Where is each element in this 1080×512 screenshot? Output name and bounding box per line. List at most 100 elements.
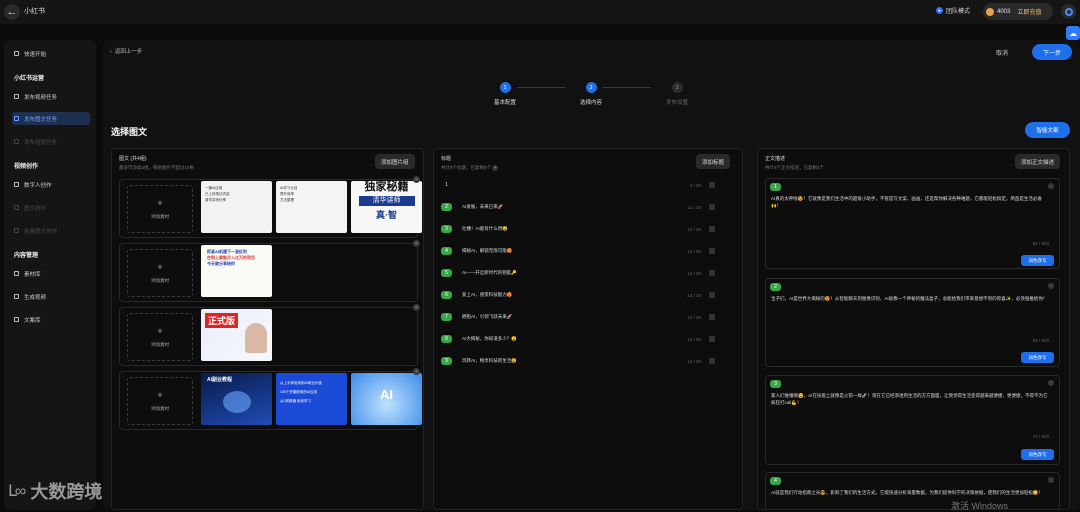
title-row[interactable]: 10 / 20 (441, 178, 715, 192)
sidebar-item-gen-video[interactable]: 生成视频 (12, 290, 90, 303)
back-link[interactable]: ‹ 返回上一步 (110, 47, 142, 55)
credits-value: 4003 (997, 8, 1011, 15)
film-icon (14, 294, 19, 299)
add-material-box[interactable]: + 添加素材 (127, 185, 193, 233)
logo-icon: ᒪ∞ (8, 483, 26, 500)
images-panel: 图文 (共4组) 最多可添加4组，每组图片不超过10张 添加图片组 + 添加素材 … (111, 148, 424, 510)
add-body-button[interactable]: 添加正文描述 (1015, 154, 1061, 169)
watermark-logo: ᒪ∞ 大数跨境 (8, 482, 103, 502)
image-thumb[interactable]: AI学习计划 提升效率 方法整理 (276, 181, 347, 233)
add-material-box[interactable]: + 添加素材 (127, 249, 193, 297)
step-line (603, 87, 651, 88)
delete-icon[interactable] (709, 248, 715, 254)
close-icon[interactable]: × (413, 368, 420, 375)
close-icon[interactable]: × (413, 240, 420, 247)
close-icon[interactable]: × (413, 304, 420, 311)
image-icon (14, 228, 19, 233)
sidebar-item-publish-image[interactable]: 发布图文任务 (12, 112, 90, 125)
close-icon[interactable] (1048, 183, 1054, 189)
sidebar-item-disabled-1: 发布组图任务 (12, 135, 90, 148)
image-thumb[interactable]: AI副业教程 (201, 373, 272, 425)
sidebar-item-material[interactable]: 素材库 (12, 267, 90, 280)
title-row[interactable]: 4 揭秘AI，解锁无限可能😍 13 / 20 (441, 244, 715, 258)
cloud-icon[interactable]: ☁ (1066, 26, 1080, 40)
plus-icon: + (157, 198, 163, 208)
ai-copy-button[interactable]: 智能文案 (1025, 122, 1070, 138)
section-ops: 小红书运营 (14, 76, 45, 82)
delete-icon[interactable] (709, 226, 715, 232)
sidebar-item-quick-start[interactable]: 快速开始 (12, 47, 90, 60)
top-bar: ← 小红书 ● 团队模式 4003 立即充值 (0, 0, 1080, 24)
video-icon (14, 94, 19, 99)
step-2: 2 选择内容 (566, 82, 616, 106)
user-icon: ● (936, 7, 943, 14)
avatar[interactable] (1061, 4, 1076, 19)
credits-pill[interactable]: 4003 立即充值 (983, 3, 1053, 20)
rewrite-button[interactable]: 润色改写 (1021, 352, 1054, 363)
title-row[interactable]: 2 AI发展，未来已来🚀 11 / 20 (441, 200, 715, 214)
title-row[interactable]: 6 爱上AI，感受科技魅力😍 13 / 20 (441, 288, 715, 302)
image-thumb[interactable]: 一篇AI应用 已上传笔记内容 清华讲师分享 (201, 181, 272, 233)
image-group: + 添加素材 抓紧AI机遇下一波红利 在网上就能月入过万的项目 今天就分享给你 × (119, 240, 420, 302)
recharge-link[interactable]: 立即充值 (1017, 7, 1041, 16)
close-icon[interactable]: × (413, 176, 420, 183)
add-image-group-button[interactable]: 添加图片组 (375, 154, 415, 169)
close-icon[interactable] (1048, 477, 1054, 483)
body-card: 1 AI真的太神啦😍！它就像是我们生活中的超级小助手，不管是写文案、画画，还是帮… (765, 178, 1060, 269)
body-card: 3 家人们谁懂啊😭，AI在技能上就像是火箭一样🚀！现在它已经渗透到生活的方方面面… (765, 375, 1060, 465)
titles-panel: 标题 共计9个标题，已复制9个 + 添加标题 10 / 20 2 AI发展，未来已… (433, 148, 743, 510)
title-row[interactable]: 9 玩转AI，畅享科技新生活😃 14 / 20 (441, 354, 715, 368)
team-mode[interactable]: ● 团队模式 (936, 6, 970, 15)
delete-icon[interactable] (709, 314, 715, 320)
next-button[interactable]: 下一步 (1032, 44, 1072, 60)
image-group: + 添加素材 正式版 × (119, 304, 420, 366)
titles-panel-title: 标题 (441, 156, 452, 162)
add-material-box[interactable]: + 添加素材 (127, 377, 193, 425)
body-panel-title: 正文描述 (765, 156, 786, 162)
sidebar: 快速开始 小红书运营 发布视频任务 发布图文任务 发布组图任务 视频创作 数字人… (4, 40, 96, 510)
image-thumb[interactable]: 从上手体验用到AI商业价值 100个开箱即用的AI应用 从0到精通 系统学习 (276, 373, 347, 425)
folder-icon (14, 271, 19, 276)
title-row[interactable]: 5 AI——开启新时代的钥匙🔑 14 / 20 (441, 266, 715, 280)
sidebar-item-disabled-3: 批量图文创作 (12, 224, 90, 237)
title-row[interactable]: 8 AI大揭秘，你知道多少？😮 13 / 20 (441, 332, 715, 346)
image-thumb[interactable]: 正式版 (201, 309, 272, 361)
avatar-icon (1064, 7, 1073, 16)
image-icon (14, 139, 19, 144)
plus-icon: + (157, 390, 163, 400)
sidebar-item-publish-video[interactable]: 发布视频任务 (12, 90, 90, 103)
rewrite-button[interactable]: 润色改写 (1021, 255, 1054, 266)
image-thumb[interactable]: AI (351, 373, 422, 425)
body-card: 2 宝子们，AI是世界大揭秘的😍！从智能聊天到图像识别，AI就像一个神秘的魔法盒… (765, 278, 1060, 367)
delete-icon[interactable] (709, 358, 715, 364)
section-create: 视频创作 (14, 164, 39, 170)
body-card: 4 AI就是我们行动指南之光😎，影响了我们的生活方式。它能快速分析海量数据，为我… (765, 472, 1060, 511)
device-image (223, 391, 251, 413)
image-thumb[interactable]: 独家秘籍 清华讲师 真·智 (351, 181, 422, 233)
plus-icon[interactable]: + (492, 165, 499, 171)
delete-icon[interactable] (709, 292, 715, 298)
app-title: 小红书 (24, 8, 45, 15)
add-material-box[interactable]: + 添加素材 (127, 313, 193, 361)
delete-icon[interactable] (709, 336, 715, 342)
delete-icon[interactable] (709, 204, 715, 210)
sidebar-item-digital-human[interactable]: 数字人创作 (12, 178, 90, 191)
windows-activation-notice: 激活 Windows (951, 501, 1009, 511)
page-title: 选择图文 (111, 127, 148, 137)
delete-icon[interactable] (709, 270, 715, 276)
rewrite-button[interactable]: 润色改写 (1021, 449, 1054, 460)
close-icon[interactable] (1048, 380, 1054, 386)
cancel-button[interactable]: 取消 (996, 48, 1008, 57)
sidebar-item-copy-lib[interactable]: 文案库 (12, 313, 90, 326)
titles-panel-subtitle: 共计9个标题，已复制9个 + (441, 165, 499, 171)
step-line (517, 87, 565, 88)
delete-icon[interactable] (709, 182, 715, 188)
title-row[interactable]: 7 拥抱AI，引领飞跃未来🚀 12 / 20 (441, 310, 715, 324)
image-thumb[interactable]: 抓紧AI机遇下一波红利 在网上就能月入过万的项目 今天就分享给你 (201, 245, 272, 297)
close-icon[interactable] (1048, 283, 1054, 289)
back-arrow-icon[interactable]: ← (4, 4, 20, 20)
plus-icon: + (157, 262, 163, 272)
title-row[interactable]: 3 吐槽！AI能有什么用😅 12 / 20 (441, 222, 715, 236)
image-icon (14, 116, 19, 121)
add-title-button[interactable]: 添加标题 (696, 154, 731, 169)
